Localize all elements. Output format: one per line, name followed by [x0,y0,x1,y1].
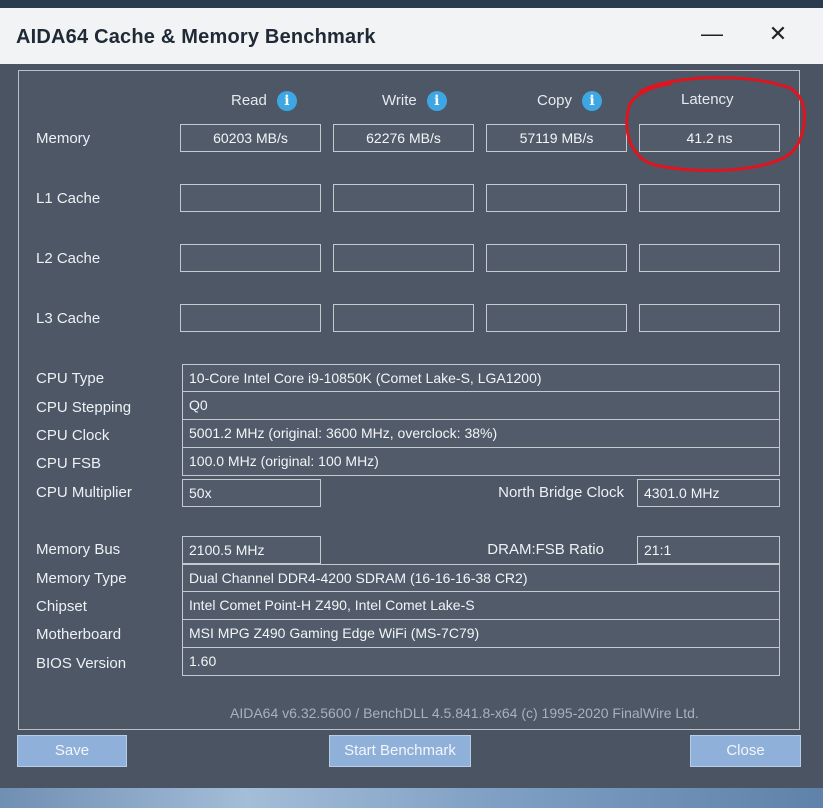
l2-write-value [333,244,474,272]
info-icon[interactable]: i [582,91,603,111]
l3-copy-value [486,304,627,332]
cpu-type-label: CPU Type [36,370,105,387]
start-benchmark-button[interactable]: Start Benchmark [329,735,471,767]
save-button[interactable]: Save [17,735,127,767]
nb-clock-label: North Bridge Clock [498,484,624,501]
chipset-value: Intel Comet Point-H Z490, Intel Comet La… [182,592,780,620]
dram-fsb-ratio-value: 21:1 [637,536,780,564]
memory-type-label: Memory Type [36,570,127,587]
l3-write-value [333,304,474,332]
dram-fsb-ratio-label: DRAM:FSB Ratio [487,541,604,558]
header-read-label: Read [231,91,267,109]
start-benchmark-button-label: Start Benchmark [344,742,456,759]
memory-read-value: 60203 MB/s [180,124,321,152]
minimize-button[interactable]: — [692,18,732,54]
header-latency: Latency [681,91,734,113]
desktop-taskbar-strip [0,788,823,808]
memory-latency-value: 41.2 ns [639,124,780,152]
motherboard-label: Motherboard [36,626,122,643]
cpu-multiplier-value: 50x [182,479,321,507]
info-icon[interactable]: i [276,91,297,111]
window-title: AIDA64 Cache & Memory Benchmark [16,26,376,48]
header-write-label: Write [382,91,417,109]
cpu-multiplier-label: CPU Multiplier [36,484,132,501]
header-read: Read i [231,91,297,113]
cpu-clock-value: 5001.2 MHz (original: 3600 MHz, overcloc… [182,420,780,448]
memory-copy-value: 57119 MB/s [486,124,627,152]
row-label-l1: L1 Cache [36,190,101,207]
l1-latency-value [639,184,780,212]
bios-version-label: BIOS Version [36,655,127,672]
benchmark-window: AIDA64 Cache & Memory Benchmark — ✕ Read… [0,8,823,788]
close-button[interactable]: Close [690,735,801,767]
info-icon[interactable]: i [426,91,447,111]
save-button-label: Save [54,742,90,759]
l3-latency-value [639,304,780,332]
motherboard-value: MSI MPG Z490 Gaming Edge WiFi (MS-7C79) [182,620,780,648]
bios-version-value: 1.60 [182,648,780,676]
cpu-type-value: 10-Core Intel Core i9-10850K (Comet Lake… [182,364,780,392]
cpu-stepping-value: Q0 [182,392,780,420]
close-button-label: Close [726,742,765,759]
header-copy-label: Copy [537,91,573,109]
l1-read-value [180,184,321,212]
memory-bus-label: Memory Bus [36,541,121,558]
header-latency-label: Latency [681,91,734,108]
l2-read-value [180,244,321,272]
l1-write-value [333,184,474,212]
chipset-label: Chipset [36,598,87,615]
nb-clock-value: 4301.0 MHz [637,479,780,507]
row-label-memory: Memory [36,130,91,147]
header-copy: Copy i [537,91,603,113]
row-label-l2: L2 Cache [36,250,101,267]
l2-latency-value [639,244,780,272]
cpu-stepping-label: CPU Stepping [36,399,132,416]
memory-type-value: Dual Channel DDR4-4200 SDRAM (16-16-16-3… [182,564,780,592]
header-write: Write i [382,91,447,113]
title-bar: AIDA64 Cache & Memory Benchmark — ✕ [0,8,823,64]
memory-bus-value: 2100.5 MHz [182,536,321,564]
memory-write-value: 62276 MB/s [333,124,474,152]
cpu-fsb-value: 100.0 MHz (original: 100 MHz) [182,448,780,476]
cpu-fsb-label: CPU FSB [36,455,102,472]
close-window-button[interactable]: ✕ [756,18,800,54]
l2-copy-value [486,244,627,272]
l3-read-value [180,304,321,332]
cpu-clock-label: CPU Clock [36,427,110,444]
desktop-top-strip [0,0,823,8]
version-footer: AIDA64 v6.32.5600 / BenchDLL 4.5.841.8-x… [230,705,699,721]
l1-copy-value [486,184,627,212]
row-label-l3: L3 Cache [36,310,101,327]
